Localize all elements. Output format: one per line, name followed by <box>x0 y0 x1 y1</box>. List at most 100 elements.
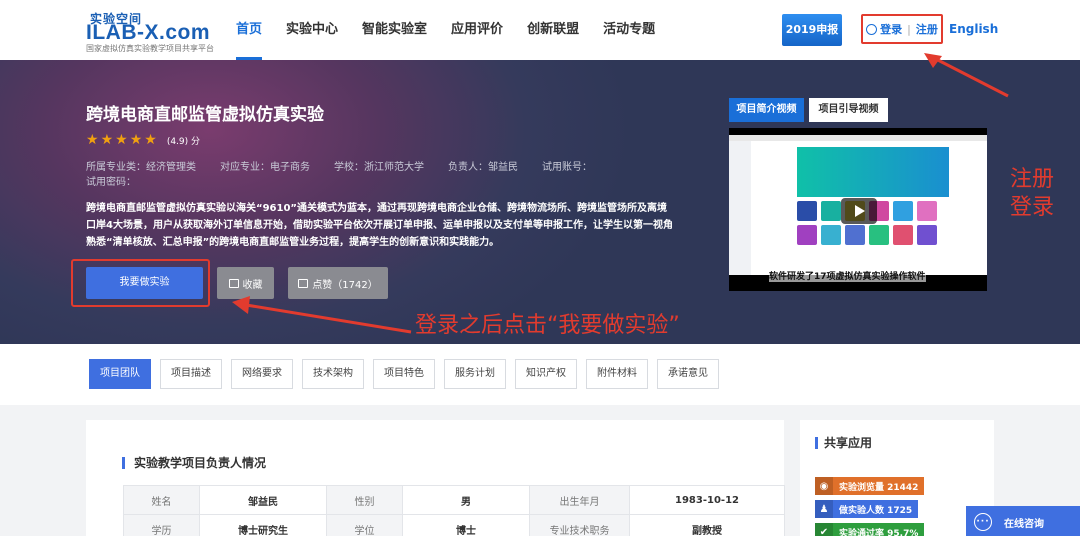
table-key: 学历 <box>123 514 200 536</box>
tab-guide-video[interactable]: 项目引导视频 <box>809 98 888 122</box>
star-icon: ★ <box>115 132 128 148</box>
video-frame-card <box>821 225 841 245</box>
table-row: 姓名 邹益民 性别 男 出生年月 1983-10-12 <box>123 485 785 515</box>
tab-service-plan[interactable]: 服务计划 <box>444 359 506 389</box>
stat-participants-label: 做实验人数 1725 <box>839 505 913 516</box>
tab-intellectual-property[interactable]: 知识产权 <box>515 359 577 389</box>
table-key: 性别 <box>326 485 403 515</box>
table-key: 学位 <box>326 514 403 536</box>
meta-school: 学校：浙江师范大学 <box>334 162 424 173</box>
nav-evaluation[interactable]: 应用评价 <box>451 0 503 60</box>
annotation-arrow-login <box>924 53 1009 98</box>
detail-tabs-bar: 项目团队 项目描述 网络要求 技术架构 项目特色 服务计划 知识产权 附件材料 … <box>0 344 1080 405</box>
chat-bubble-icon: ··· <box>974 513 992 531</box>
table-value: 副教授 <box>629 514 785 536</box>
star-icon: ★ <box>100 132 114 148</box>
leader-info-table: 姓名 邹益民 性别 男 出生年月 1983-10-12 学历 博士研究生 学位 … <box>123 485 785 536</box>
nav-experiment-center[interactable]: 实验中心 <box>286 0 338 60</box>
like-label: 点赞（1742） <box>312 279 378 291</box>
video-frame-toolbar <box>729 135 987 141</box>
nav-home[interactable]: 首页 <box>236 0 263 60</box>
site-logo[interactable]: 实验空间 ILAB-X.com 国家虚拟仿真实验教学项目共享平台 <box>86 10 236 54</box>
table-value: 1983-10-12 <box>629 485 785 515</box>
do-experiment-button[interactable]: 我要做实验 <box>86 267 203 299</box>
meta-trial-password: 试用密码： <box>86 177 136 188</box>
table-value: 博士 <box>402 514 530 536</box>
star-icon: ★ <box>129 132 143 148</box>
tab-intro-video[interactable]: 项目简介视频 <box>729 98 804 122</box>
video-frame-card <box>845 225 865 245</box>
auth-separator: | <box>907 22 911 36</box>
video-player[interactable]: 软件研发了17项虚拟仿真实验操作软件 <box>729 128 987 291</box>
tab-network-requirements[interactable]: 网络要求 <box>231 359 293 389</box>
meta-category: 所属专业类：经济管理类 <box>86 162 196 173</box>
detail-tabs: 项目团队 项目描述 网络要求 技术架构 项目特色 服务计划 知识产权 附件材料 … <box>89 359 728 389</box>
check-icon: ✔ <box>815 523 833 536</box>
logo-main-text: ILAB-X.com <box>86 21 211 44</box>
rating-score: (4.9) 分 <box>166 136 201 147</box>
table-row: 学历 博士研究生 学位 博士 专业技术职务 副教授 <box>123 514 785 536</box>
favorite-label: 收藏 <box>242 279 263 291</box>
team-content-card: 实验教学项目负责人情况 姓名 邹益民 性别 男 出生年月 1983-10-12 … <box>86 420 785 536</box>
user-icon <box>866 23 878 35</box>
tab-project-description[interactable]: 项目描述 <box>160 359 222 389</box>
nav-smart-lab[interactable]: 智能实验室 <box>362 0 427 60</box>
meta-info: 所属专业类：经济管理类 对应专业：电子商务 学校：浙江师范大学 负责人：邹益民 … <box>86 158 616 173</box>
stat-pass-rate-label: 实验通过率 95.7% <box>839 528 919 536</box>
video-frame-card <box>917 225 937 245</box>
experiment-description: 跨境电商直邮监管虚拟仿真实验以海关“9610”通关模式为蓝本，通过再现跨境电商企… <box>86 203 673 248</box>
auth-box: 登录 | 注册 <box>861 14 943 44</box>
section-title: 实验教学项目负责人情况 <box>122 457 266 469</box>
play-icon[interactable] <box>841 198 877 224</box>
annotation-register-login: 注册 登录 <box>1010 167 1055 220</box>
tab-attachments[interactable]: 附件材料 <box>586 359 648 389</box>
annotation-after-login: 登录之后点击“我要做实验” <box>415 313 680 338</box>
star-icon: ★ <box>144 132 157 148</box>
table-key: 出生年月 <box>529 485 630 515</box>
tab-project-team[interactable]: 项目团队 <box>89 359 151 389</box>
video-frame-sidebar <box>729 141 751 275</box>
online-consult-button[interactable]: ··· 在线咨询 <box>966 506 1080 536</box>
stat-views-label: 实验浏览量 21442 <box>839 482 919 493</box>
table-key: 姓名 <box>123 485 200 515</box>
stat-pass-rate: ✔ 实验通过率 95.7% <box>815 523 925 536</box>
top-header: 实验空间 ILAB-X.com 国家虚拟仿真实验教学项目共享平台 首页 实验中心… <box>0 0 1080 60</box>
video-frame-card <box>893 201 913 221</box>
person-icon: ♟ <box>815 500 833 518</box>
side-title: 共享应用 <box>815 437 872 449</box>
video-frame-card <box>893 225 913 245</box>
thumbs-up-icon <box>298 278 309 288</box>
eye-icon: ◉ <box>815 477 833 495</box>
nav-alliance[interactable]: 创新联盟 <box>527 0 579 60</box>
login-link[interactable]: 登录 <box>880 21 902 37</box>
tab-commitment[interactable]: 承诺意见 <box>657 359 719 389</box>
nav-events[interactable]: 活动专题 <box>603 0 655 60</box>
main-nav: 首页 实验中心 智能实验室 应用评价 创新联盟 活动专题 <box>236 0 679 60</box>
table-value: 男 <box>402 485 530 515</box>
online-consult-label: 在线咨询 <box>1004 518 1044 530</box>
video-caption: 软件研发了17项虚拟仿真实验操作软件 <box>769 269 926 282</box>
stat-views: ◉ 实验浏览量 21442 <box>815 477 925 495</box>
video-frame-card <box>821 201 841 221</box>
stat-participants: ♟ 做实验人数 1725 <box>815 500 919 518</box>
bookmark-icon <box>228 278 239 288</box>
table-value: 邹益民 <box>199 485 327 515</box>
apply-2019-button[interactable]: 2019申报 <box>782 14 842 46</box>
tab-project-features[interactable]: 项目特色 <box>373 359 435 389</box>
video-frame-card <box>917 201 937 221</box>
register-link[interactable]: 注册 <box>916 21 938 37</box>
annotation-arrow-do <box>232 296 412 334</box>
video-frame-card <box>869 225 889 245</box>
star-icon: ★ <box>86 132 99 148</box>
experiment-title: 跨境电商直邮监管虚拟仿真实验 <box>86 105 324 125</box>
meta-leader: 负责人：邹益民 <box>448 162 518 173</box>
logo-subtitle: 国家虚拟仿真实验教学项目共享平台 <box>86 44 214 53</box>
tab-tech-architecture[interactable]: 技术架构 <box>302 359 364 389</box>
hero-banner: 跨境电商直邮监管虚拟仿真实验 ★ ★ ★ ★ ★ (4.9) 分 所属专业类：经… <box>0 60 1080 344</box>
rating-stars: ★ ★ ★ ★ ★ (4.9) 分 <box>86 132 200 148</box>
video-frame-banner <box>797 147 949 197</box>
table-key: 专业技术职务 <box>529 514 630 536</box>
language-switch[interactable]: English <box>949 22 998 36</box>
meta-trial-account: 试用账号： <box>542 162 592 173</box>
video-frame-card <box>797 225 817 245</box>
